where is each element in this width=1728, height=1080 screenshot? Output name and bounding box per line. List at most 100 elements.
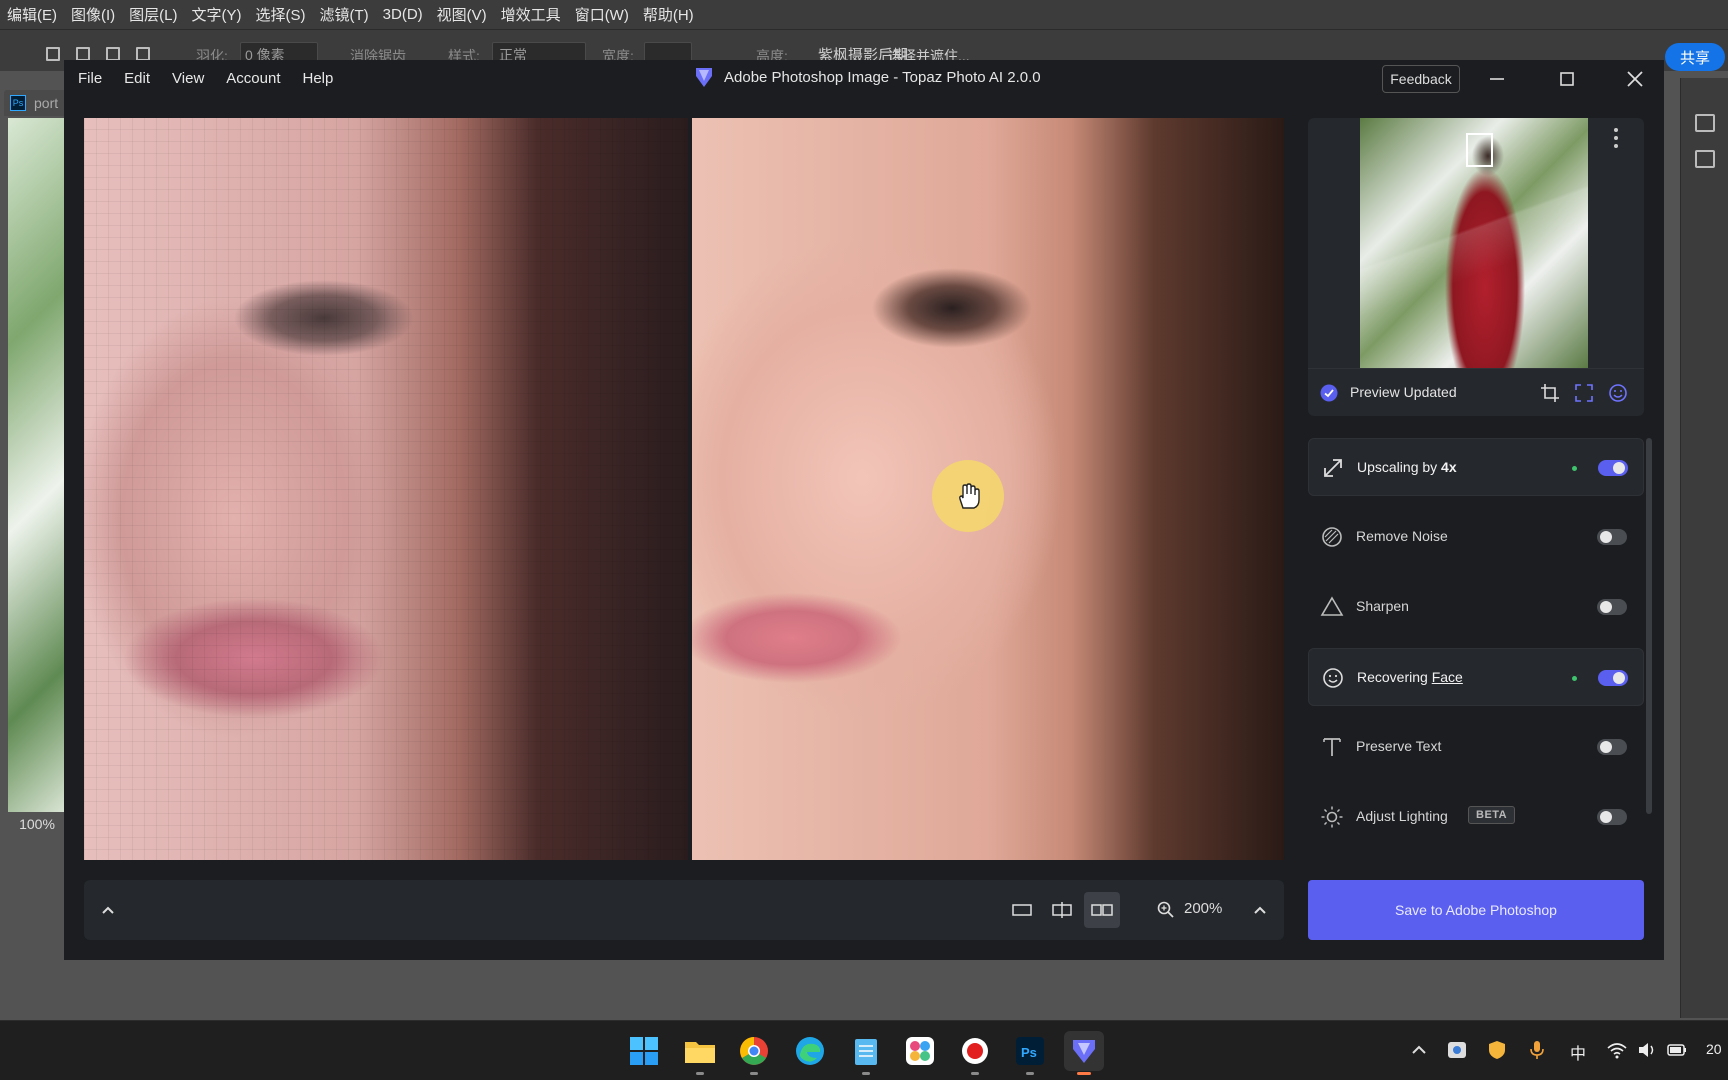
- face-detect-icon[interactable]: [1608, 383, 1628, 403]
- upscaling-toggle[interactable]: [1598, 460, 1628, 476]
- zoom-level[interactable]: 200%: [1184, 900, 1222, 917]
- svg-text:Ps: Ps: [1021, 1045, 1037, 1060]
- photoshop-icon: Ps: [1016, 1037, 1044, 1065]
- battery-icon[interactable]: [1666, 1039, 1688, 1061]
- tray-chevron-up-icon[interactable]: [1408, 1039, 1430, 1061]
- notepad-icon: [855, 1039, 877, 1065]
- tool-remove-noise-label: Remove Noise: [1356, 528, 1448, 544]
- side-by-side-view-button[interactable]: [1084, 892, 1120, 928]
- single-view-button[interactable]: [1004, 892, 1040, 928]
- view-toolbar: 200%: [84, 880, 1284, 940]
- navigator-thumbnail[interactable]: [1360, 118, 1588, 368]
- ps-menu-plugins[interactable]: 增效工具: [494, 4, 568, 25]
- taskbar-chrome[interactable]: [734, 1031, 774, 1075]
- tool-adjust-lighting[interactable]: Adjust Lighting BETA: [1308, 788, 1644, 846]
- taskbar-recorder[interactable]: [955, 1031, 995, 1075]
- menu-edit[interactable]: Edit: [124, 70, 150, 87]
- panel-scrollbar[interactable]: [1646, 438, 1652, 814]
- tool-upscaling[interactable]: Upscaling by 4x: [1308, 438, 1644, 496]
- original-image: [84, 118, 688, 860]
- ps-menu-image[interactable]: 图像(I): [64, 4, 122, 25]
- ime-indicator[interactable]: 中: [1570, 1040, 1586, 1064]
- topaz-menubar: File Edit View Account Help: [78, 70, 355, 87]
- crop-icon[interactable]: [1540, 383, 1560, 403]
- ps-menu-layer[interactable]: 图层(L): [122, 4, 184, 25]
- menu-help[interactable]: Help: [302, 70, 333, 87]
- photoshop-menubar: 编辑(E) 图像(I) 图层(L) 文字(Y) 选择(S) 滤镜(T) 3D(D…: [0, 0, 1728, 29]
- ps-menu-select[interactable]: 选择(S): [249, 4, 313, 25]
- photoshop-right-panel: [1680, 78, 1728, 1018]
- tool-adjust-lighting-label: Adjust Lighting: [1356, 808, 1448, 824]
- tool-preserve-text[interactable]: Preserve Text: [1308, 718, 1644, 776]
- taskbar-topaz[interactable]: [1064, 1031, 1104, 1075]
- ps-menu-help[interactable]: 帮助(H): [636, 4, 701, 25]
- window-title-text: Adobe Photoshop Image - Topaz Photo AI 2…: [724, 68, 1041, 86]
- comments-icon[interactable]: [1695, 150, 1715, 168]
- taskbar-photoshop[interactable]: Ps: [1010, 1031, 1050, 1075]
- menu-file[interactable]: File: [78, 70, 102, 87]
- photoshop-canvas[interactable]: [8, 118, 66, 818]
- ps-menu-view[interactable]: 视图(V): [430, 4, 494, 25]
- minimize-icon[interactable]: [1482, 66, 1512, 92]
- subtract-selection-icon[interactable]: [106, 47, 120, 61]
- new-selection-icon[interactable]: [46, 47, 60, 61]
- windows-start-icon: [630, 1037, 658, 1065]
- intersect-selection-icon[interactable]: [136, 47, 150, 61]
- start-button[interactable]: [624, 1031, 664, 1071]
- history-icon[interactable]: [1695, 114, 1715, 132]
- preview-status-text: Preview Updated: [1350, 384, 1457, 400]
- topaz-icon: [1073, 1040, 1095, 1063]
- ps-menu-edit[interactable]: 编辑(E): [0, 4, 64, 25]
- topaz-logo-icon: [696, 68, 712, 87]
- close-icon[interactable]: [1620, 66, 1650, 92]
- adjust-lighting-toggle[interactable]: [1597, 809, 1627, 825]
- ps-menu-window[interactable]: 窗口(W): [568, 4, 636, 25]
- fit-screen-icon[interactable]: [1574, 383, 1594, 403]
- ps-menu-type[interactable]: 文字(Y): [185, 4, 249, 25]
- tool-sharpen[interactable]: Sharpen: [1308, 578, 1644, 636]
- sharpen-triangle-icon: [1320, 596, 1344, 616]
- split-view-button[interactable]: [1044, 892, 1080, 928]
- feedback-button[interactable]: Feedback: [1382, 65, 1460, 93]
- shield-icon[interactable]: [1486, 1039, 1508, 1061]
- recover-face-toggle[interactable]: [1598, 670, 1628, 686]
- add-selection-icon[interactable]: [76, 47, 90, 61]
- remove-noise-toggle[interactable]: [1597, 529, 1627, 545]
- wifi-icon[interactable]: [1606, 1039, 1628, 1061]
- menu-account[interactable]: Account: [226, 70, 280, 87]
- preserve-text-toggle[interactable]: [1597, 739, 1627, 755]
- tray-app-icon[interactable]: [1446, 1039, 1468, 1061]
- taskbar-edge[interactable]: [790, 1031, 830, 1071]
- tool-recover-face[interactable]: Recovering Face: [1308, 648, 1644, 706]
- navigator-viewport-box[interactable]: [1466, 133, 1493, 167]
- save-to-photoshop-button[interactable]: Save to Adobe Photoshop: [1308, 880, 1644, 940]
- zoom-icon[interactable]: [1156, 900, 1176, 920]
- taskbar-file-explorer[interactable]: [680, 1031, 720, 1075]
- chevron-up-icon[interactable]: [98, 900, 118, 920]
- tools-panel: Preview Updated Upscaling by 4x Remove N…: [1308, 118, 1644, 940]
- image-comparison-view[interactable]: [84, 118, 1284, 860]
- microphone-icon[interactable]: [1526, 1039, 1548, 1061]
- menu-view[interactable]: View: [172, 70, 204, 87]
- zoom-menu-chevron-icon[interactable]: [1250, 900, 1270, 920]
- ps-zoom-level: 100%: [8, 812, 66, 836]
- share-button[interactable]: 共享: [1665, 43, 1725, 71]
- sharpen-toggle[interactable]: [1597, 599, 1627, 615]
- more-options-icon[interactable]: [1612, 126, 1620, 150]
- document-tab[interactable]: Ps port: [4, 90, 68, 116]
- text-icon: [1323, 738, 1341, 756]
- face-link[interactable]: Face: [1432, 669, 1463, 685]
- clock[interactable]: 20: [1706, 1041, 1722, 1057]
- ps-menu-filter[interactable]: 滤镜(T): [313, 4, 376, 25]
- ps-menu-3d[interactable]: 3D(D): [376, 6, 430, 23]
- tool-preserve-text-label: Preserve Text: [1356, 738, 1442, 754]
- volume-icon[interactable]: [1636, 1039, 1658, 1061]
- active-indicator: [1572, 676, 1577, 681]
- window-title: Adobe Photoshop Image - Topaz Photo AI 2…: [694, 66, 1041, 88]
- taskbar-notepad[interactable]: [846, 1031, 886, 1075]
- check-circle-icon: [1320, 384, 1338, 402]
- tool-upscaling-label: Upscaling by 4x: [1357, 459, 1457, 475]
- tool-remove-noise[interactable]: Remove Noise: [1308, 508, 1644, 566]
- maximize-icon[interactable]: [1552, 66, 1582, 92]
- taskbar-photos[interactable]: [900, 1031, 940, 1071]
